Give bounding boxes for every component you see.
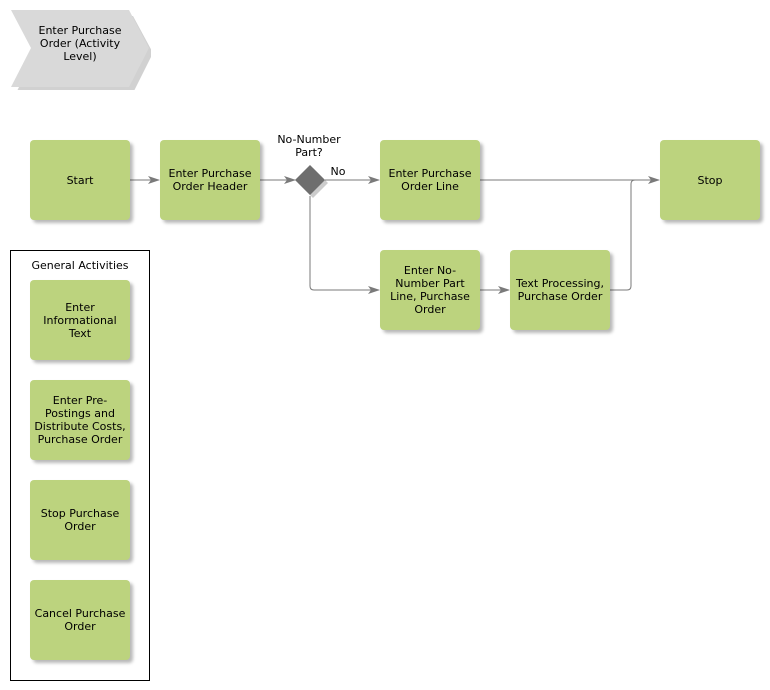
general-activity-item[interactable]: Cancel Purchase Order	[30, 580, 130, 660]
edge-decision-to-no-number	[309, 196, 380, 294]
node-stop-label: Stop	[697, 173, 723, 187]
general-activities-title: General Activities	[31, 259, 129, 272]
general-activity-label: Enter Pre-Postings and Distribute Costs,…	[34, 394, 126, 446]
node-text-processing[interactable]: Text Processing, Purchase Order	[510, 250, 610, 330]
node-enter-header-label: Enter Purchase Order Header	[168, 167, 252, 193]
node-enter-no-number[interactable]: Enter No-Number Part Line, Purchase Orde…	[380, 250, 480, 330]
general-activity-label: Cancel Purchase Order	[34, 607, 126, 633]
node-enter-header[interactable]: Enter Purchase Order Header	[160, 140, 260, 220]
general-activity-item[interactable]: Stop Purchase Order	[30, 480, 130, 560]
general-activity-label: Stop Purchase Order	[40, 507, 120, 533]
edge-label-no: No	[330, 165, 346, 178]
node-start[interactable]: Start	[30, 140, 130, 220]
node-enter-no-number-label: Enter No-Number Part Line, Purchase Orde…	[390, 264, 470, 316]
decision-label: No-Number Part?	[277, 133, 341, 159]
general-activity-label: Enter Informational Text	[43, 300, 117, 340]
node-enter-line[interactable]: Enter Purchase Order Line	[380, 140, 480, 220]
edge-text-to-stop	[610, 179, 636, 291]
node-start-label: Start	[66, 173, 94, 187]
general-activity-item[interactable]: Enter Pre-Postings and Distribute Costs,…	[30, 380, 130, 460]
node-text-processing-label: Text Processing, Purchase Order	[516, 277, 604, 303]
general-activity-item[interactable]: Enter Informational Text	[30, 280, 130, 360]
node-enter-line-label: Enter Purchase Order Line	[388, 167, 472, 193]
node-stop[interactable]: Stop	[660, 140, 760, 220]
